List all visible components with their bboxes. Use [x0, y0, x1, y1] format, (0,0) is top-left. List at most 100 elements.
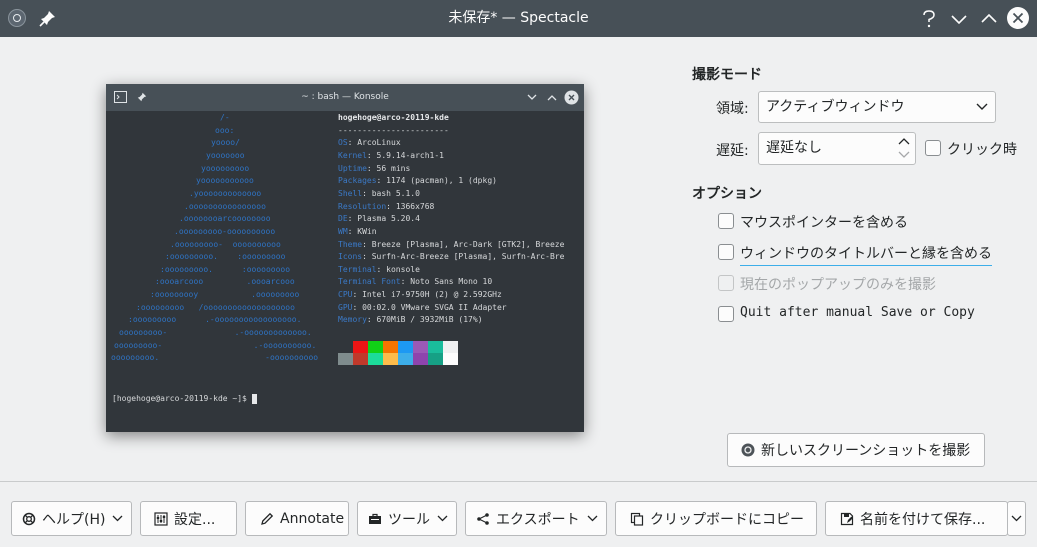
export-menu-button[interactable]: エクスポート	[465, 501, 607, 536]
color-swatch	[383, 341, 398, 353]
copy-to-clipboard-button[interactable]: クリップボードにコピー	[615, 501, 817, 536]
copy-label: クリップボードにコピー	[650, 511, 804, 528]
include-decorations-label: ウィンドウのタイトルバーと縁を含める	[740, 243, 992, 266]
include-pointer-label: マウスポインターを含める	[740, 215, 908, 231]
options-heading: オプション	[692, 186, 762, 202]
info-key: Memory	[338, 315, 367, 325]
info-row: WM: KWin	[338, 226, 377, 238]
info-value: 670MiB / 3932MiB (17%)	[376, 315, 483, 325]
info-value: KWin	[357, 226, 377, 236]
logo-line: yooooooooooo	[196, 176, 254, 186]
settings-label: 設定...	[174, 511, 216, 528]
chevron-down-icon	[587, 515, 598, 522]
logo-line: yoooo/	[211, 138, 240, 148]
info-key: Terminal	[338, 264, 377, 274]
info-key: CPU	[338, 290, 353, 300]
info-row: OS: ArcoLinux	[338, 137, 401, 149]
include-decorations-checkbox[interactable]	[718, 244, 734, 260]
popup-only-label: 現在のポップアップのみを撮影	[740, 277, 936, 293]
color-swatch	[398, 353, 413, 365]
spin-up-icon[interactable]	[898, 137, 910, 146]
chevron-down-icon	[976, 103, 988, 110]
info-colon: :	[366, 163, 377, 173]
settings-button[interactable]: 設定...	[140, 501, 237, 536]
info-row: Icons: Surfn-Arc-Breeze [Plasma], Surfn-…	[338, 251, 564, 263]
info-key: DE	[338, 214, 348, 224]
info-colon: :	[352, 302, 363, 312]
color-swatch	[413, 353, 428, 365]
logo-line: ooooooooo- .-ooooooooooooo.	[119, 328, 312, 338]
maximize-icon[interactable]	[977, 7, 1001, 31]
info-row: Memory: 670MiB / 3932MiB (17%)	[338, 314, 483, 326]
info-colon: :	[347, 226, 358, 236]
help-label: ヘルプ(H)	[42, 511, 106, 528]
tools-menu-button[interactable]: ツール	[357, 501, 457, 536]
logo-line: yooooooo	[206, 150, 245, 160]
area-combobox[interactable]: アクティブウィンドウ	[758, 91, 996, 123]
help-menu-button[interactable]: ヘルプ(H)	[11, 501, 132, 536]
konsole-maximize-icon	[547, 95, 557, 101]
include-pointer-checkbox[interactable]	[718, 213, 734, 229]
take-new-screenshot-label: 新しいスクリーンショットを撮影	[761, 443, 971, 459]
take-new-screenshot-button[interactable]: 新しいスクリーンショットを撮影	[727, 433, 985, 467]
info-value: 1366x768	[395, 201, 435, 211]
info-key: Resolution	[338, 201, 387, 211]
info-key: Theme	[338, 239, 363, 249]
info-row: Uptime: 56 mins	[338, 163, 410, 175]
info-value: Noto Sans Mono 10	[410, 277, 493, 287]
info-key: WM	[338, 226, 348, 236]
toolbox-icon	[368, 512, 382, 526]
bottom-separator	[0, 481, 1037, 482]
on-click-checkbox[interactable]	[925, 140, 941, 156]
konsole-titlebar: ~ : bash — Konsole	[106, 84, 584, 111]
delay-spinbox[interactable]: 遅延なし	[758, 132, 916, 165]
info-row: Terminal Font: Noto Sans Mono 10	[338, 276, 492, 288]
info-row: Terminal: konsole	[338, 264, 420, 276]
info-value: 00:02.0 VMware SVGA II Adapter	[362, 302, 507, 312]
chevron-down-icon	[1011, 515, 1022, 522]
info-colon: :	[386, 201, 396, 211]
help-icon[interactable]	[917, 7, 941, 31]
info-key: Kernel	[338, 150, 367, 160]
info-key: Packages	[338, 176, 377, 186]
info-value: konsole	[386, 264, 420, 274]
info-key: Uptime	[338, 163, 367, 173]
info-value: Plasma 5.20.4	[357, 214, 420, 224]
export-label: エクスポート	[496, 511, 580, 528]
save-menu-dropdown[interactable]	[1007, 501, 1026, 536]
lifebuoy-icon	[22, 512, 36, 526]
spin-down-icon[interactable]	[898, 150, 910, 159]
quit-after-save-checkbox[interactable]	[718, 306, 734, 322]
annotate-label: Annotate	[280, 510, 345, 527]
logo-line: .oooooooooooooooo	[184, 201, 266, 211]
info-key: Shell	[338, 188, 363, 198]
pencil-icon	[260, 512, 274, 526]
save-as-button[interactable]: 名前を付けて保存...	[825, 501, 1008, 536]
tools-label: ツール	[388, 511, 430, 528]
info-colon: :	[376, 264, 387, 274]
logo-line: .yooooooooooooo	[189, 188, 262, 198]
screenshot-preview[interactable]: ~ : bash — Konsole /- ooo: yoooo/yooooooo y…	[106, 84, 584, 432]
shell-prompt: [hogehoge@arco-20119-kde ~]$	[112, 393, 257, 405]
logo-line: :ooooooooo .-ooooooooooooooooo.	[128, 315, 302, 325]
info-colon: :	[366, 150, 377, 160]
color-swatch	[353, 353, 368, 365]
info-colon: :	[347, 138, 358, 148]
color-swatch	[338, 341, 353, 353]
configure-icon	[154, 511, 168, 526]
minimize-icon[interactable]	[947, 7, 971, 31]
info-colon: :	[362, 188, 372, 198]
info-row: Resolution: 1366x768	[338, 201, 434, 213]
annotate-button[interactable]: Annotate	[245, 501, 349, 536]
konsole-terminal: /- ooo: yoooo/yooooooo yooooooooo yooooooooo…	[106, 111, 584, 432]
chevron-down-icon	[112, 515, 123, 522]
close-button[interactable]	[1007, 7, 1029, 29]
logo-line: ooooooooo- .-oooooooooo.	[114, 340, 317, 350]
info-row: Theme: Breeze [Plasma], Arc-Dark [GTK2],…	[338, 239, 564, 251]
chevron-down-icon	[437, 515, 448, 522]
copy-icon	[630, 512, 644, 526]
info-row: GPU: 00:02.0 VMware SVGA II Adapter	[338, 302, 507, 314]
color-swatch	[428, 341, 443, 353]
info-value: ArcoLinux	[357, 138, 401, 148]
area-value: アクティブウィンドウ	[766, 99, 905, 115]
